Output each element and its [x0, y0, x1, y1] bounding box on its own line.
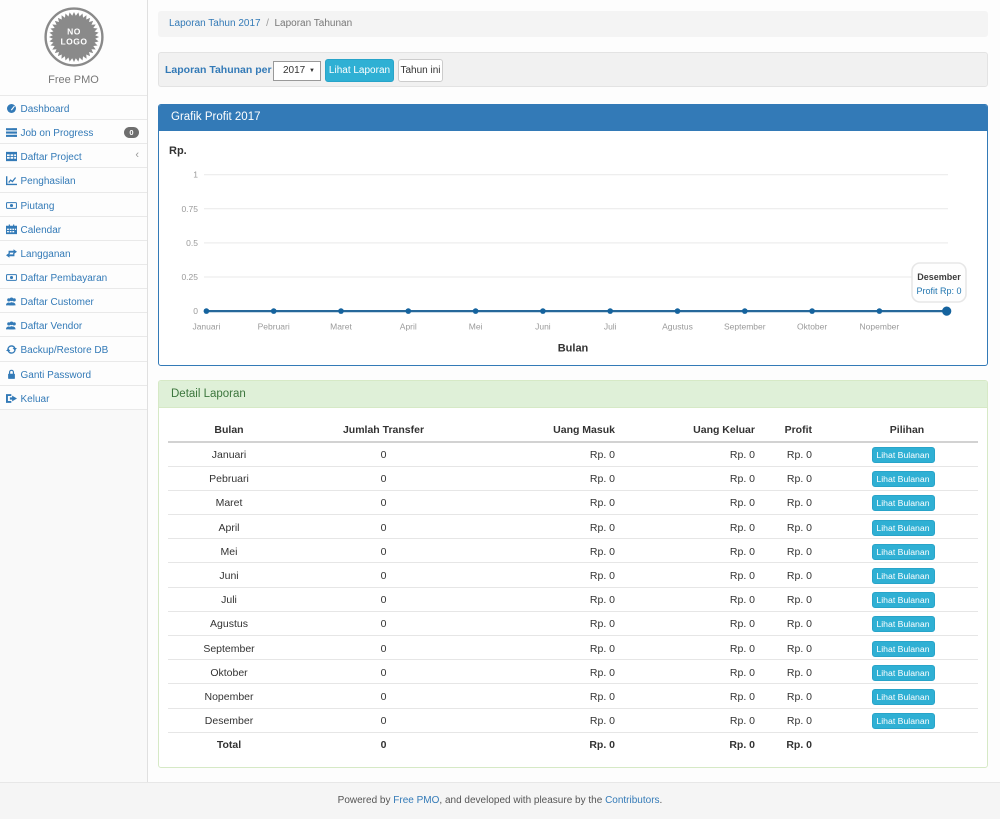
svg-text:0.75: 0.75 [181, 204, 198, 214]
svg-text:Juli: Juli [604, 322, 617, 332]
svg-text:Juni: Juni [535, 322, 551, 332]
svg-text:1: 1 [193, 170, 198, 180]
svg-text:April: April [400, 322, 417, 332]
svg-text:Januari: Januari [192, 322, 220, 332]
svg-text:Maret: Maret [330, 322, 352, 332]
svg-text:Mei: Mei [469, 322, 483, 332]
svg-text:LOGO: LOGO [60, 37, 87, 47]
svg-text:0: 0 [193, 306, 198, 316]
svg-text:0.5: 0.5 [186, 238, 198, 248]
svg-text:Bulan: Bulan [558, 343, 589, 355]
svg-text:Profit Rp: 0: Profit Rp: 0 [916, 286, 961, 296]
svg-text:September: September [724, 322, 766, 332]
svg-text:NO: NO [67, 27, 81, 37]
svg-text:Rp.: Rp. [169, 145, 187, 157]
svg-text:0.25: 0.25 [181, 272, 198, 282]
svg-text:Pebruari: Pebruari [258, 322, 290, 332]
svg-text:Nopember: Nopember [860, 322, 900, 332]
svg-text:Oktober: Oktober [797, 322, 827, 332]
svg-text:Desember: Desember [917, 272, 961, 282]
svg-text:Agustus: Agustus [662, 322, 693, 332]
